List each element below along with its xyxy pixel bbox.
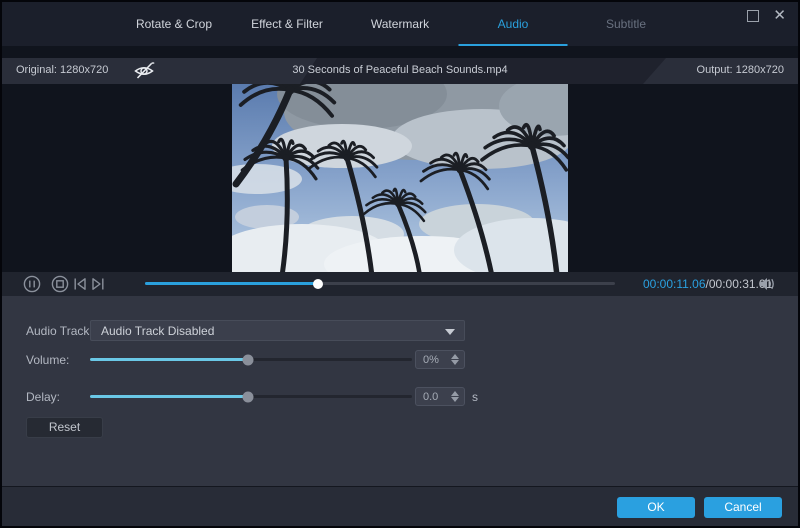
volume-value-box[interactable]: 0% — [415, 350, 465, 369]
tab-bar: Rotate & Crop Effect & Filter Watermark … — [118, 2, 683, 46]
palm-trees-video-frame — [232, 84, 568, 273]
volume-spinner — [451, 351, 460, 368]
delay-thumb[interactable] — [242, 391, 253, 402]
spinner-up-icon[interactable] — [451, 354, 459, 359]
video-preview — [232, 84, 568, 273]
stop-button[interactable] — [51, 275, 69, 298]
pause-button[interactable] — [23, 275, 41, 298]
preview-stage: Original: 1280x720 30 Seconds of Peacefu… — [2, 46, 798, 272]
volume-speaker-icon[interactable] — [758, 276, 776, 297]
delay-slider[interactable] — [90, 395, 412, 398]
close-icon[interactable]: ✕ — [773, 9, 786, 23]
title-bar: Rotate & Crop Effect & Filter Watermark … — [2, 2, 798, 46]
tab-label: Watermark — [371, 17, 429, 31]
tab-label: Audio — [498, 17, 529, 31]
spinner-up-icon[interactable] — [451, 391, 459, 396]
time-display: 00:00:11.06/00:00:31.01 — [643, 277, 772, 291]
tab-rotate-crop[interactable]: Rotate & Crop — [118, 2, 231, 46]
delay-spinner — [451, 388, 460, 405]
video-filename: 30 Seconds of Peaceful Beach Sounds.mp4 — [2, 64, 798, 76]
volume-thumb[interactable] — [242, 354, 253, 365]
audio-track-label: Audio Track: — [26, 324, 93, 338]
audio-track-value: Audio Track Disabled — [101, 324, 214, 338]
tab-audio[interactable]: Audio — [457, 2, 570, 46]
tab-label: Subtitle — [606, 17, 646, 31]
delay-value-box[interactable]: 0.0 — [415, 387, 465, 406]
spinner-down-icon[interactable] — [451, 360, 459, 365]
chevron-down-icon — [445, 329, 455, 335]
spinner-down-icon[interactable] — [451, 397, 459, 402]
audio-track-dropdown[interactable]: Audio Track Disabled — [90, 320, 465, 341]
seek-progress — [145, 282, 318, 285]
footer-bar: OK Cancel — [2, 486, 798, 526]
reset-button[interactable]: Reset — [26, 417, 103, 438]
seek-slider[interactable] — [145, 282, 615, 285]
volume-label: Volume: — [26, 353, 69, 367]
seek-thumb[interactable] — [313, 279, 323, 289]
window-controls: ✕ — [747, 9, 786, 23]
playback-bar: 00:00:11.06/00:00:31.01 — [2, 272, 798, 296]
info-strip: Original: 1280x720 30 Seconds of Peacefu… — [2, 58, 798, 84]
delay-unit-label: s — [472, 390, 478, 404]
delay-label: Delay: — [26, 390, 60, 404]
tab-label: Effect & Filter — [251, 17, 323, 31]
maximize-icon[interactable] — [747, 10, 759, 22]
audio-settings-dialog: Rotate & Crop Effect & Filter Watermark … — [0, 0, 800, 528]
next-frame-button[interactable] — [90, 276, 106, 297]
cancel-button[interactable]: Cancel — [704, 497, 782, 518]
current-time: 00:00:11.06 — [643, 277, 706, 291]
tab-label: Rotate & Crop — [136, 17, 212, 31]
tab-watermark[interactable]: Watermark — [344, 2, 457, 46]
audio-settings-panel: Audio Track: Audio Track Disabled Volume… — [2, 296, 798, 486]
tab-subtitle[interactable]: Subtitle — [570, 2, 683, 46]
volume-slider[interactable] — [90, 358, 412, 361]
previous-frame-button[interactable] — [72, 276, 88, 297]
output-resolution-label: Output: 1280x720 — [697, 64, 784, 76]
volume-fill — [90, 358, 248, 361]
delay-fill — [90, 395, 248, 398]
delay-value: 0.0 — [423, 391, 438, 403]
volume-value: 0% — [423, 354, 439, 366]
ok-button[interactable]: OK — [617, 497, 695, 518]
tab-effect-filter[interactable]: Effect & Filter — [231, 2, 344, 46]
